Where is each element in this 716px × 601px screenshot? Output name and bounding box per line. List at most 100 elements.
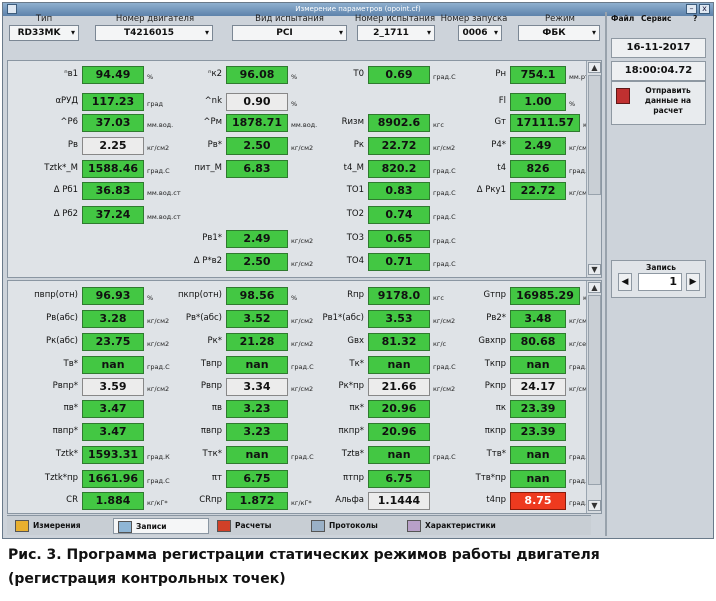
param-value: 0.74 xyxy=(368,206,430,224)
param-value: 3.48 xyxy=(510,310,566,328)
param-label: TO1 xyxy=(346,185,364,195)
param-unit: град.С xyxy=(433,260,456,268)
test-no-value: 2_1711 xyxy=(373,28,409,38)
param-label: πвпр* xyxy=(52,426,78,436)
param-value: 2.25 xyxy=(82,137,144,155)
engine-label: Номер двигателя xyxy=(115,14,195,24)
param-label: CRпр xyxy=(199,495,222,505)
param-value: nan xyxy=(226,446,288,464)
type-select[interactable]: RD33MK ▾ xyxy=(9,25,79,41)
window-menu-icon[interactable] xyxy=(7,4,17,14)
param-label: πв* xyxy=(63,403,78,413)
dropdown-arrow-icon: ▾ xyxy=(493,28,498,37)
param-label: t4 xyxy=(497,163,506,173)
param-value: 3.47 xyxy=(82,400,144,418)
param-label: Tтв*пр xyxy=(475,473,506,483)
top-scrollbar[interactable]: ▲ ▼ xyxy=(586,61,601,277)
param-value: 0.65 xyxy=(368,230,430,248)
param-label: ^Pм xyxy=(203,117,222,127)
param-label: Δ Pб2 xyxy=(53,209,78,219)
scroll-thumb[interactable] xyxy=(588,75,601,195)
engine-select[interactable]: T4216015 ▾ xyxy=(95,25,213,41)
menu-help[interactable]: ? xyxy=(693,14,697,23)
send-to-calc-button[interactable]: Отправить данные на расчет xyxy=(611,81,706,125)
param-unit: % xyxy=(291,294,298,302)
start-no-select[interactable]: 0006 ▾ xyxy=(458,25,502,41)
param-label: T0 xyxy=(353,69,364,79)
param-value: 96.93 xyxy=(82,287,144,305)
tab-calculations[interactable]: Расчеты xyxy=(213,518,303,534)
prev-record-icon[interactable]: ◀ xyxy=(618,273,632,291)
scroll-down-icon[interactable]: ▼ xyxy=(588,500,601,511)
param-unit: град.С xyxy=(433,237,456,245)
type-label: Тип xyxy=(35,14,53,24)
param-label: Pв xyxy=(67,140,78,150)
menu-file[interactable]: Файл xyxy=(611,14,634,23)
param-label: Tтв* xyxy=(486,449,506,459)
dropdown-arrow-icon: ▾ xyxy=(591,28,596,37)
scroll-thumb[interactable] xyxy=(588,295,601,485)
record-number-input[interactable]: 1 xyxy=(638,273,682,291)
next-record-icon[interactable]: ▶ xyxy=(686,273,700,291)
param-value: 22.72 xyxy=(510,182,566,200)
param-value: 23.39 xyxy=(510,423,566,441)
param-label: Pв*(абс) xyxy=(185,313,222,323)
param-label: Rизм xyxy=(341,117,364,127)
param-label: Pв(абс) xyxy=(46,313,78,323)
type-value: RD33MK xyxy=(17,28,61,38)
param-value: 2.50 xyxy=(226,137,288,155)
param-unit: % xyxy=(147,73,154,81)
tab-protocols[interactable]: Протоколы xyxy=(307,518,399,534)
param-value: 754.1 xyxy=(510,66,566,84)
param-value: nan xyxy=(510,470,566,488)
param-label: Pвпр* xyxy=(52,381,78,391)
test-kind-value: PCI xyxy=(276,28,293,38)
param-value: 80.68 xyxy=(510,333,566,351)
param-value: 94.49 xyxy=(82,66,144,84)
test-kind-select[interactable]: PCI ▾ xyxy=(232,25,347,41)
param-value: 3.34 xyxy=(226,378,288,396)
start-no-label: Номер запуска xyxy=(440,14,508,24)
param-label: Fl xyxy=(498,96,506,106)
param-label: πт xyxy=(211,473,222,483)
menu-service[interactable]: Сервис xyxy=(641,14,671,23)
minimize-button[interactable]: – xyxy=(686,4,697,14)
close-button[interactable]: x xyxy=(699,4,710,14)
start-no-value: 0006 xyxy=(462,28,488,38)
chart-icon xyxy=(407,520,421,532)
dropdown-arrow-icon: ▾ xyxy=(70,28,75,37)
param-label: Pн xyxy=(495,69,506,79)
param-value: 3.23 xyxy=(226,400,288,418)
param-unit: % xyxy=(291,73,298,81)
param-label: πк* xyxy=(349,403,364,413)
param-label: Δ Pб1 xyxy=(53,185,78,195)
scroll-down-icon[interactable]: ▼ xyxy=(588,264,601,275)
param-value: 0.69 xyxy=(368,66,430,84)
param-label: Pк* xyxy=(207,336,222,346)
tab-characteristics[interactable]: Характеристики xyxy=(403,518,521,534)
param-label: ^P6 xyxy=(60,117,78,127)
param-label: Pв1*(абс) xyxy=(322,313,364,323)
scroll-up-icon[interactable]: ▲ xyxy=(588,282,601,293)
param-value: 0.90 xyxy=(226,93,288,111)
bottom-scrollbar[interactable]: ▲ ▼ xyxy=(586,281,601,513)
test-kind-label: Вид испытания xyxy=(255,14,324,24)
param-label: Альфа xyxy=(335,495,364,505)
measurements-panel: ⁿв1 94.49% ⁿк2 96.08% T0 0.69 град.С Pн 754.1 мм.… xyxy=(7,60,602,278)
test-no-select[interactable]: 2_1711 ▾ xyxy=(357,25,435,41)
param-value: 37.24 xyxy=(82,206,144,224)
param-value: 3.28 xyxy=(82,310,144,328)
param-unit: % xyxy=(291,100,298,108)
param-value: 16985.29 xyxy=(510,287,580,305)
reduced-params-panel: пвпр(отн) 96.93% пкпр(отн) 98.56% Rпр 9178.0 к… xyxy=(7,280,602,514)
tab-measurements[interactable]: Измерения xyxy=(11,518,103,534)
mode-value: ФБК xyxy=(542,28,566,38)
param-value: 3.23 xyxy=(226,423,288,441)
scroll-up-icon[interactable]: ▲ xyxy=(588,62,601,73)
param-label: πв xyxy=(211,403,222,413)
mode-select[interactable]: ФБК ▾ xyxy=(518,25,600,41)
time-display: 18:00:04.72 xyxy=(611,61,706,81)
window-title: Измерение параметров (opoint.cf) xyxy=(295,5,421,13)
param-label: Gвхпр xyxy=(478,336,506,346)
tab-records[interactable]: Записи xyxy=(113,518,209,534)
